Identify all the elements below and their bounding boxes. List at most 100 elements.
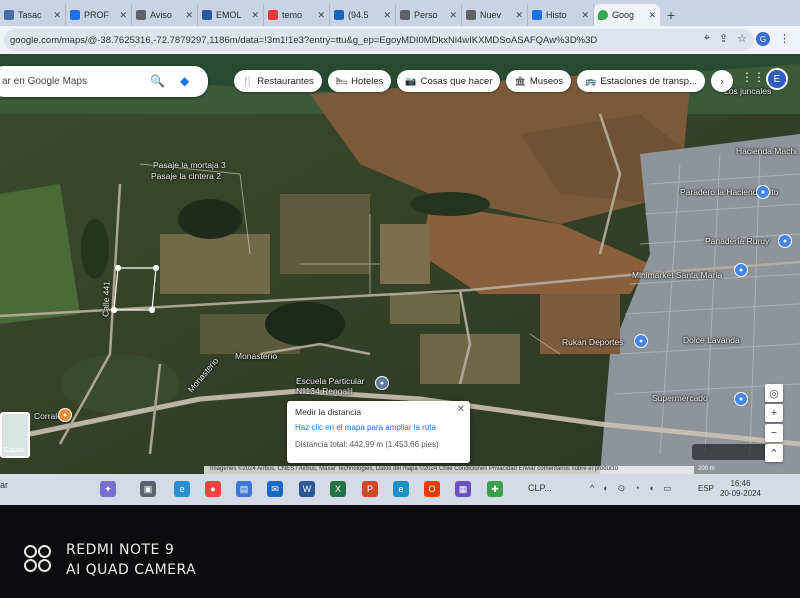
tab-8[interactable]: Histo ✕ <box>528 4 594 26</box>
xbox-icon[interactable]: ✚ <box>487 481 503 497</box>
volume-icon[interactable]: ◖ <box>649 483 654 494</box>
tab-close-icon[interactable]: ✕ <box>515 10 523 21</box>
tab-close-icon[interactable]: ✕ <box>317 10 325 21</box>
copilot-icon[interactable]: ✦ <box>100 481 116 497</box>
taskbar-clock[interactable]: 16:46 20-09-2024 <box>720 479 761 499</box>
watermark-line-2: AI QUAD CAMERA <box>66 562 197 578</box>
my-location-button[interactable]: ◎ <box>765 384 783 402</box>
tab-close-icon[interactable]: ✕ <box>185 10 193 21</box>
chip-label: Estaciones de transp... <box>600 75 697 87</box>
directions-icon[interactable]: ◆ <box>180 74 189 88</box>
food-pin-icon[interactable]: ● <box>58 408 72 422</box>
battery-icon[interactable]: ▭ <box>663 483 672 494</box>
tab-3[interactable]: EMOL ✕ <box>198 4 264 26</box>
maps-pin-icon <box>598 10 608 20</box>
chevron-up-icon[interactable]: ^ <box>590 483 594 494</box>
map-label-pasaje-cintera: Pasaje la cintera 2 <box>151 171 221 181</box>
layers-button[interactable]: Capas <box>0 412 30 458</box>
tab-label: PROF <box>84 10 110 20</box>
map-label-supermercado: Supermercado <box>652 393 708 403</box>
shop-pin-icon[interactable]: ● <box>756 185 770 199</box>
close-icon[interactable]: ✕ <box>457 404 465 415</box>
edge-icon[interactable]: e <box>174 481 190 497</box>
tab-label: temo <box>282 10 303 20</box>
expand-chevron-icon[interactable]: ⌃ <box>765 444 783 462</box>
tab-5[interactable]: (94.5 ✕ <box>330 4 396 26</box>
photos-icon[interactable]: ▦ <box>455 481 471 497</box>
weather-widget[interactable]: CLP... <box>528 483 552 493</box>
maps-search-input[interactable] <box>2 76 142 87</box>
url-field[interactable]: google.com/maps/@-38.7625316,-72.7879297… <box>4 29 754 51</box>
zoom-in-button[interactable]: + <box>765 404 783 422</box>
tab-0[interactable]: Tasac ✕ <box>0 4 66 26</box>
bakery-pin-icon[interactable]: ● <box>778 234 792 248</box>
map-label-hacienda-machi: Hacienda Machi <box>736 146 797 156</box>
new-tab-button[interactable]: + <box>660 4 682 26</box>
chips-more-button[interactable]: › <box>711 70 733 92</box>
word-icon[interactable]: W <box>299 481 315 497</box>
task-view-icon[interactable]: ▣ <box>140 481 156 497</box>
tab-label: (94.5 <box>348 10 369 20</box>
camera-watermark: REDMI NOTE 9 AI QUAD CAMERA <box>24 540 196 580</box>
laptop-screen: Tasac ✕ PROF ✕ Aviso ✕ EMOL ✕ temo ✕ (94.5 ✕ P… <box>0 0 800 505</box>
maps-search-box[interactable]: 🔍 ◆ <box>0 66 208 97</box>
measure-hint: Haz clic en el mapa para ampliar la ruta <box>295 423 436 432</box>
edge-browser-icon[interactable]: e <box>393 481 409 497</box>
tab-close-icon[interactable]: ✕ <box>119 10 127 21</box>
map-label-monasterio: Monasterio <box>235 351 278 361</box>
tab-9-active[interactable]: Goog ✕ <box>594 4 660 26</box>
tab-7[interactable]: Nuev ✕ <box>462 4 528 26</box>
watermark-text: REDMI NOTE 9 AI QUAD CAMERA <box>66 540 196 580</box>
profile-avatar[interactable]: G <box>756 32 770 46</box>
system-tray: ^ ◐ ⊙ ◔ ◖ ▭ <box>590 483 672 494</box>
tab-label: EMOL <box>216 10 242 20</box>
tray-app-icon[interactable]: ◐ <box>603 483 608 494</box>
tab-favicon-icon <box>70 10 80 20</box>
mail-icon[interactable]: ✉ <box>267 481 283 497</box>
tab-close-icon[interactable]: ✕ <box>383 10 391 21</box>
chrome-icon[interactable]: ● <box>205 481 221 497</box>
office-icon[interactable]: O <box>424 481 440 497</box>
powerpoint-icon[interactable]: P <box>362 481 378 497</box>
chip-things-to-do[interactable]: 📷 Cosas que hacer <box>397 70 501 92</box>
chip-label: Museos <box>529 75 564 87</box>
taskbar-search-text[interactable]: ar <box>0 480 8 490</box>
chip-transit[interactable]: 🚌 Estaciones de transp... <box>577 70 705 92</box>
supermarket-pin-icon[interactable]: ● <box>734 392 748 406</box>
menu-kebab-icon[interactable]: ⋮ <box>779 32 790 46</box>
map-controls: ◎ + − <box>765 384 785 444</box>
map-label-dolce-lavanda: Dolce Lavanda <box>683 335 740 345</box>
zoom-out-button[interactable]: − <box>765 424 783 442</box>
tray-app-icon[interactable]: ⊙ <box>618 483 626 494</box>
tab-2[interactable]: Aviso ✕ <box>132 4 198 26</box>
chip-museums[interactable]: 🏛 Museos <box>506 70 572 92</box>
search-icon[interactable]: 🔍 <box>150 74 165 88</box>
wifi-icon[interactable]: ◔ <box>634 483 639 494</box>
sports-pin-icon[interactable]: ● <box>634 334 648 348</box>
excel-icon[interactable]: X <box>330 481 346 497</box>
shop-pin-icon[interactable]: ● <box>734 263 748 277</box>
tab-1[interactable]: PROF ✕ <box>66 4 132 26</box>
share-icon[interactable]: ⇪ <box>719 32 728 46</box>
tab-label: Aviso <box>150 10 172 20</box>
museum-icon: 🏛 <box>514 75 526 86</box>
tab-6[interactable]: Perso ✕ <box>396 4 462 26</box>
tab-close-icon[interactable]: ✕ <box>53 10 61 21</box>
school-pin-icon[interactable]: ● <box>375 376 389 390</box>
chip-hotels[interactable]: 🛏 Hoteles <box>327 70 392 92</box>
store-icon[interactable]: ▤ <box>236 481 252 497</box>
tab-close-icon[interactable]: ✕ <box>449 10 457 21</box>
tab-4[interactable]: temo ✕ <box>264 4 330 26</box>
account-avatar[interactable]: E <box>766 68 788 90</box>
tab-label: Perso <box>414 10 438 20</box>
bookmark-star-icon[interactable]: ☆ <box>737 32 747 46</box>
tab-close-icon[interactable]: ✕ <box>251 10 259 21</box>
chip-restaurants[interactable]: 🍴 Restaurantes <box>234 70 322 92</box>
measure-title: Medir la distancia <box>295 407 362 417</box>
tab-close-icon[interactable]: ✕ <box>648 10 656 21</box>
map-label-panaderia: Panadería Ruruy <box>705 236 770 246</box>
language-indicator[interactable]: ESP <box>698 484 714 493</box>
tab-close-icon[interactable]: ✕ <box>581 10 589 21</box>
address-bar-actions: ⌖ ⇪ ☆ G ⋮ <box>704 32 790 46</box>
location-icon[interactable]: ⌖ <box>704 32 710 46</box>
